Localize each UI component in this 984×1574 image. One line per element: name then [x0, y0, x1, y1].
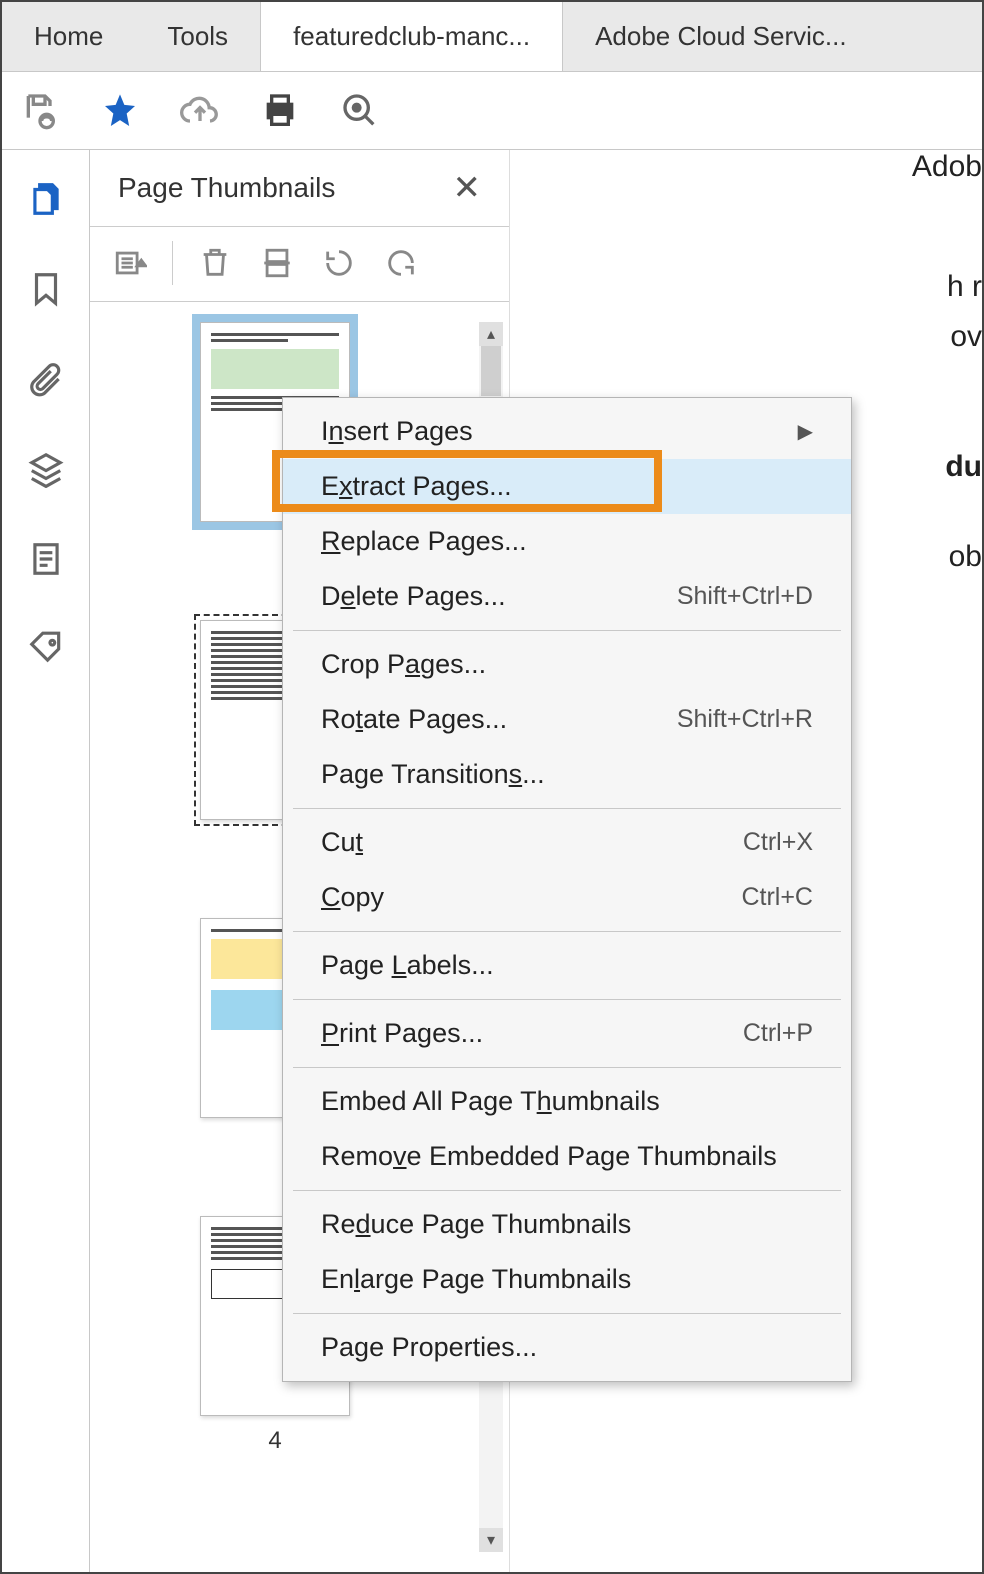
menu-separator [293, 808, 841, 809]
rotate-cw-icon[interactable] [381, 243, 421, 283]
page-thumbnails-icon[interactable] [25, 178, 67, 220]
menu-page-labels[interactable]: Page Labels... [283, 938, 851, 993]
text-fragment: Adob [912, 150, 982, 184]
menu-label: Delete Pages... [321, 581, 506, 612]
text-fragment: ob [949, 540, 982, 574]
menu-page-transitions[interactable]: Page Transitions... [283, 747, 851, 802]
menu-label: Cut [321, 827, 363, 858]
menu-separator [293, 1190, 841, 1191]
menu-separator [293, 931, 841, 932]
bookmarks-icon[interactable] [25, 268, 67, 310]
menu-label: Insert Pages [321, 416, 473, 447]
menu-label: Remove Embedded Page Thumbnails [321, 1141, 777, 1172]
panel-title: Page Thumbnails [118, 172, 335, 204]
thumbnails-toolbar [90, 227, 509, 302]
menu-replace-pages[interactable]: Replace Pages... [283, 514, 851, 569]
menu-extract-pages[interactable]: Extract Pages... [283, 459, 851, 514]
menu-page-properties[interactable]: Page Properties... [283, 1320, 851, 1375]
insert-page-icon[interactable] [257, 243, 297, 283]
thumbnail-label: 4 [268, 1427, 281, 1455]
scroll-down-icon[interactable]: ▾ [479, 1528, 503, 1552]
options-menu-icon[interactable] [110, 243, 150, 283]
menu-label: Page Properties... [321, 1332, 537, 1363]
close-panel-icon[interactable]: ✕ [453, 168, 482, 208]
page-context-menu: Insert Pages ▶ Extract Pages... Replace … [282, 397, 852, 1382]
text-fragment: ov [950, 320, 982, 354]
tab-bar: Home Tools featuredclub-manc... Adobe Cl… [2, 2, 982, 72]
menu-enlarge-thumbnails[interactable]: Enlarge Page Thumbnails [283, 1252, 851, 1307]
menu-shortcut: Shift+Ctrl+D [677, 582, 813, 611]
star-icon[interactable] [98, 89, 142, 133]
panel-header: Page Thumbnails ✕ [90, 150, 509, 227]
menu-label: Extract Pages... [321, 471, 512, 502]
menu-label: Copy [321, 882, 384, 913]
tab-label: Home [34, 21, 103, 52]
menu-cut[interactable]: Cut Ctrl+X [283, 815, 851, 870]
tab-label: Tools [167, 21, 228, 52]
rotate-ccw-icon[interactable] [319, 243, 359, 283]
menu-label: Rotate Pages... [321, 704, 507, 735]
search-icon[interactable] [338, 89, 382, 133]
menu-delete-pages[interactable]: Delete Pages... Shift+Ctrl+D [283, 569, 851, 624]
menu-label: Replace Pages... [321, 526, 527, 557]
menu-label: Embed All Page Thumbnails [321, 1086, 660, 1117]
menu-separator [293, 1067, 841, 1068]
menu-label: Enlarge Page Thumbnails [321, 1264, 631, 1295]
tab-cloud-services[interactable]: Adobe Cloud Servic... [563, 2, 878, 71]
text-fragment: du [945, 450, 982, 484]
menu-remove-embedded-thumbnails[interactable]: Remove Embedded Page Thumbnails [283, 1129, 851, 1184]
menu-crop-pages[interactable]: Crop Pages... [283, 637, 851, 692]
tab-label: Adobe Cloud Servic... [595, 21, 846, 52]
menu-print-pages[interactable]: Print Pages... Ctrl+P [283, 1006, 851, 1061]
tags-icon[interactable] [25, 628, 67, 670]
upload-cloud-icon[interactable] [178, 89, 222, 133]
separator [172, 241, 173, 285]
tab-home[interactable]: Home [2, 2, 135, 71]
print-icon[interactable] [258, 89, 302, 133]
menu-separator [293, 630, 841, 631]
tab-document[interactable]: featuredclub-manc... [260, 2, 563, 71]
menu-label: Page Labels... [321, 950, 494, 981]
menu-reduce-thumbnails[interactable]: Reduce Page Thumbnails [283, 1197, 851, 1252]
delete-page-icon[interactable] [195, 243, 235, 283]
tab-tools[interactable]: Tools [135, 2, 260, 71]
menu-shortcut: Ctrl+P [743, 1019, 813, 1048]
tab-label: featuredclub-manc... [293, 21, 530, 52]
menu-shortcut: Shift+Ctrl+R [677, 705, 813, 734]
scroll-thumb[interactable] [481, 346, 501, 396]
articles-icon[interactable] [25, 538, 67, 580]
text-fragment: h r [947, 270, 982, 304]
save-to-cloud-icon[interactable] [18, 89, 62, 133]
menu-insert-pages[interactable]: Insert Pages ▶ [283, 404, 851, 459]
submenu-arrow-icon: ▶ [798, 419, 813, 444]
attachments-icon[interactable] [25, 358, 67, 400]
menu-label: Crop Pages... [321, 649, 486, 680]
menu-rotate-pages[interactable]: Rotate Pages... Shift+Ctrl+R [283, 692, 851, 747]
menu-embed-thumbnails[interactable]: Embed All Page Thumbnails [283, 1074, 851, 1129]
menu-separator [293, 1313, 841, 1314]
layers-icon[interactable] [25, 448, 67, 490]
menu-copy[interactable]: Copy Ctrl+C [283, 870, 851, 925]
navigation-sidebar [2, 150, 90, 1572]
menu-label: Page Transitions... [321, 759, 545, 790]
menu-shortcut: Ctrl+C [741, 883, 813, 912]
menu-label: Reduce Page Thumbnails [321, 1209, 631, 1240]
menu-separator [293, 999, 841, 1000]
scroll-up-icon[interactable]: ▴ [479, 322, 503, 346]
menu-label: Print Pages... [321, 1018, 483, 1049]
menu-shortcut: Ctrl+X [743, 828, 813, 857]
main-toolbar [2, 72, 982, 150]
